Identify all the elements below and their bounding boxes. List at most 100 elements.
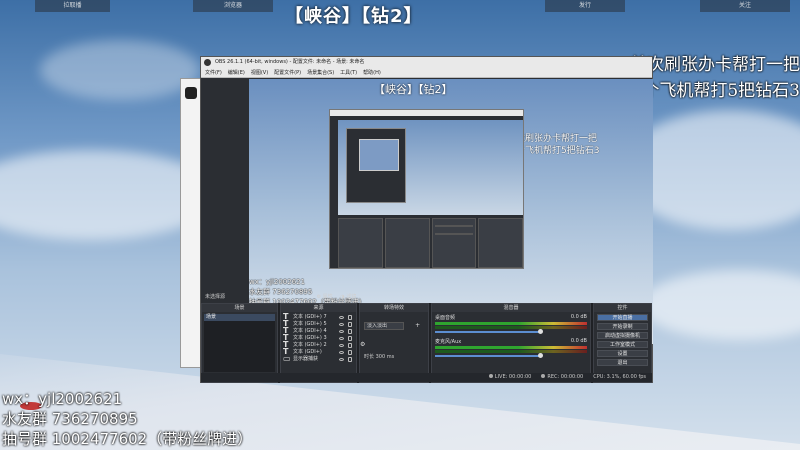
visibility-eye-icon[interactable]: [339, 358, 344, 361]
live-time: LIVE: 00:00:00: [494, 374, 532, 380]
filters-button[interactable]: ◑ 滤镜: [340, 294, 356, 300]
settings-button[interactable]: 设置: [597, 350, 648, 357]
scene-item[interactable]: 场景: [204, 314, 275, 321]
properties-label: 属性: [322, 294, 333, 300]
audio-mixer-dock: 混音器 桌面音频 0.0 dB 麦克风/Aux 0.0 dB: [431, 303, 591, 383]
no-source-selected-label: 未选择源 ⚙ 属性 ◑ 滤镜: [205, 293, 356, 300]
lock-icon[interactable]: [348, 322, 352, 327]
obs-menubar: 文件(F) 编辑(E) 视图(V) 配置文件(P) 场景集合(S) 工具(T) …: [201, 68, 652, 78]
mixer-track: 桌面音频 0.0 dB: [435, 314, 587, 334]
start-recording-button[interactable]: 开始录制: [597, 323, 648, 330]
properties-button[interactable]: ⚙ 属性: [317, 294, 333, 300]
exit-button[interactable]: 退出: [597, 359, 648, 366]
visibility-eye-icon[interactable]: [339, 351, 344, 354]
nested-dock: [384, 218, 430, 268]
duration-value[interactable]: 300 ms: [376, 354, 395, 360]
nested-dock: [431, 218, 477, 268]
menu-tools[interactable]: 工具(T): [340, 68, 357, 77]
mixer-track-db: 0.0 dB: [570, 314, 587, 320]
source-item[interactable]: T 文本 (GDI+) 2: [283, 341, 354, 349]
nested-inner-preview: [359, 139, 399, 171]
source-name: 文本 (GDI+) 7: [293, 314, 327, 320]
mixer-dock-header: 混音器: [432, 304, 590, 312]
visibility-eye-icon[interactable]: [339, 337, 344, 340]
source-item[interactable]: T 文本 (GDI+) 4: [283, 327, 354, 335]
hud-button-release[interactable]: 发行: [545, 0, 625, 12]
source-item[interactable]: T 文本 (GDI+): [283, 348, 354, 356]
visibility-eye-icon[interactable]: [339, 330, 344, 333]
start-virtual-camera-button[interactable]: 启动虚拟摄像机: [597, 332, 648, 339]
mixer-track-name: 桌面音频: [435, 315, 456, 321]
controls-dock: 控件 开始直播 开始录制 启动虚拟摄像机 工作室模式 设置 退出: [593, 303, 652, 383]
monitor-source-icon: ▭: [283, 354, 291, 363]
menu-help[interactable]: 帮助(H): [363, 68, 381, 77]
nested-meter: [434, 233, 474, 235]
hud-button-browser[interactable]: 浏览器: [193, 0, 273, 12]
volume-meter: [435, 322, 587, 325]
hud-button-follow[interactable]: 关注: [700, 0, 790, 12]
cloud: [640, 270, 800, 340]
obs-titlebar: OBS 26.1.1 (64-bit, windows) - 配置文件: 未命名…: [201, 57, 652, 68]
nested-dock: [478, 218, 523, 268]
menu-profile[interactable]: 配置文件(P): [274, 68, 301, 77]
mixer-track: 麦克风/Aux 0.0 dB: [435, 338, 587, 358]
stream-title: 【峡谷】【钻2】: [285, 6, 423, 27]
live-status: LIVE: 00:00:00: [488, 373, 532, 382]
menu-edit[interactable]: 编辑(E): [228, 68, 245, 77]
lock-icon[interactable]: [348, 336, 352, 341]
obs-dock-area: 场景 场景 + − ⌃ ⌄ 来源 T文本 (GDI+) 7 T文本 (GDI+)…: [201, 303, 652, 383]
menu-view[interactable]: 视图(V): [251, 68, 268, 77]
menu-scene-collection[interactable]: 场景集合(S): [307, 68, 334, 77]
sources-dock: 来源 T 文本 (GDI+) 7 T 文本 (GDI+) 5 T 文本 (GDI+) …: [280, 303, 357, 383]
source-item[interactable]: ▭ 显示器捕获: [283, 354, 354, 363]
nested-titlebar: [330, 110, 523, 116]
nested-inner-capture: [346, 128, 406, 203]
visibility-eye-icon[interactable]: [339, 323, 344, 326]
source-item[interactable]: T 文本 (GDI+) 3: [283, 334, 354, 342]
volume-slider[interactable]: [435, 353, 544, 358]
mixer-track-row: 桌面音频 0.0 dB: [435, 314, 587, 321]
source-name: 文本 (GDI+) 5: [293, 321, 327, 327]
lock-icon[interactable]: [348, 357, 352, 362]
volume-meter: [435, 326, 587, 329]
volume-slider[interactable]: [435, 329, 544, 334]
transition-select[interactable]: 淡入淡出: [364, 322, 404, 330]
studio-mode-button[interactable]: 工作室模式: [597, 341, 648, 348]
menu-file[interactable]: 文件(F): [205, 68, 222, 77]
volume-meter: [435, 350, 587, 353]
lock-icon[interactable]: [348, 315, 352, 320]
obs-logo-icon: [204, 59, 211, 66]
nested-docks: [338, 218, 523, 268]
rec-status: REC: 00:00:00: [541, 373, 583, 382]
transitions-dock: 转场特效 淡入淡出 + ⚙ 时长 300 ms: [359, 303, 429, 383]
source-item[interactable]: T 文本 (GDI+) 5: [283, 320, 354, 328]
visibility-eye-icon[interactable]: [339, 344, 344, 347]
nested-dock: [338, 218, 383, 268]
nested-preview: [338, 120, 523, 215]
app-logo-icon: [185, 87, 197, 99]
source-name: 文本 (GDI+): [293, 349, 322, 355]
visibility-eye-icon[interactable]: [339, 316, 344, 319]
transition-add-button[interactable]: +: [415, 322, 420, 329]
preview-left-line1: wx：yjl2002621: [249, 278, 306, 286]
cpu-status: CPU: 3.1%, 60.00 fps: [593, 374, 646, 380]
transition-duration: 时长 300 ms: [364, 353, 424, 360]
nested-meter: [434, 225, 474, 227]
lock-icon[interactable]: [348, 329, 352, 334]
lock-icon[interactable]: [348, 350, 352, 355]
cloud: [40, 40, 200, 100]
obs-window: OBS 26.1.1 (64-bit, windows) - 配置文件: 未命名…: [200, 56, 653, 383]
scenes-dock-header: 场景: [202, 304, 277, 312]
source-name: 文本 (GDI+) 2: [293, 342, 327, 348]
source-name: 文本 (GDI+) 4: [293, 328, 327, 334]
source-item[interactable]: T 文本 (GDI+) 7: [283, 313, 354, 321]
start-streaming-button[interactable]: 开始直播: [597, 314, 648, 321]
filters-label: 滤镜: [346, 294, 357, 300]
overlay-left-line1: wx：yjl2002621: [2, 390, 123, 408]
hud-button-left[interactable]: 拉取播: [35, 0, 110, 12]
lock-icon[interactable]: [348, 343, 352, 348]
sources-list: T 文本 (GDI+) 7 T 文本 (GDI+) 5 T 文本 (GDI+) 4 T…: [283, 313, 354, 372]
nested-obs-capture: [329, 109, 524, 269]
transition-gear-icon[interactable]: ⚙: [360, 341, 365, 348]
rec-time: REC: 00:00:00: [547, 374, 584, 380]
